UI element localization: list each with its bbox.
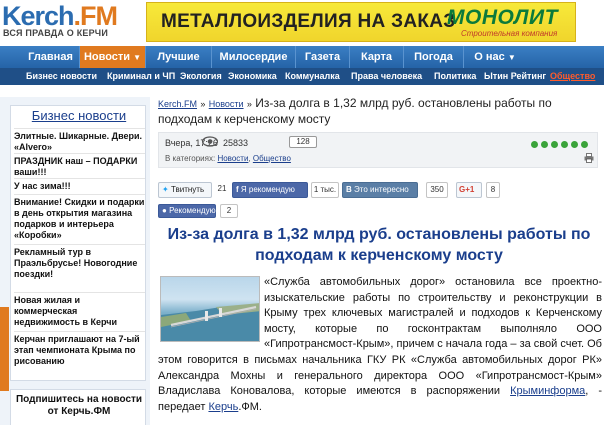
recommend-icon: ● (162, 206, 167, 215)
article-image[interactable] (160, 276, 260, 342)
main-content: Kerch.FM » Новости » Из-за долга в 1,32 … (152, 92, 604, 425)
article-meta: Вчера, 17:26 25833 128 В категориях: Нов… (158, 132, 598, 168)
tweet-count: 21 (217, 184, 227, 193)
tweet-label: Твитнуть (170, 185, 205, 194)
rating-dot[interactable] (551, 141, 558, 148)
gplus-count: 8 (486, 182, 500, 198)
nav-item-about-label: О нас (474, 51, 505, 63)
vk-button[interactable]: B Это интересно (342, 182, 418, 198)
sidebar: Бизнес новости Элитные. Шикарные. Двери.… (0, 97, 150, 425)
logo-fm: .FM (73, 1, 118, 31)
recommend-count: 2 (220, 204, 238, 218)
ad-banner[interactable]: МЕТАЛЛОИЗДЕЛИЯ НА ЗАКАЗ МОНОЛИТ Строител… (146, 2, 576, 42)
category-link[interactable]: Общество (253, 154, 291, 163)
subscribe-box[interactable]: Подпишитесь на новости от Керчь.ФМ (10, 389, 146, 425)
subnav-rating[interactable]: Ытин Рейтинг (484, 68, 546, 85)
rating-dot[interactable] (581, 141, 588, 148)
subnav-crime[interactable]: Криминал и ЧП (107, 68, 175, 85)
subnav-ecology[interactable]: Экология (180, 68, 222, 85)
subnav-business[interactable]: Бизнес новости (26, 68, 97, 85)
breadcrumb-site[interactable]: Kerch.FM (158, 99, 197, 109)
share-row: ✦ Твитнуть 21 f Я рекомендую 1 тыс. B Эт… (158, 182, 602, 200)
article-title: Из-за долга в 1,32 млрд руб. остановлены… (167, 226, 591, 264)
breadcrumb-sep: » (200, 99, 206, 109)
nav-item-weather[interactable]: Погода (404, 46, 464, 68)
fb-count: 1 тыс. (311, 182, 339, 198)
gplus-button[interactable]: G+1 (456, 182, 482, 198)
tweet-button[interactable]: ✦ Твитнуть (158, 182, 212, 198)
subscribe-text: Подпишитесь на новости от Керчь.ФМ (15, 394, 143, 417)
rating-dots[interactable] (531, 141, 595, 149)
recommend-button[interactable]: ● Рекомендую (158, 204, 216, 218)
vk-icon: B (346, 185, 352, 194)
nav-item-home[interactable]: Главная (22, 46, 80, 68)
eye-icon (202, 136, 218, 147)
page: Kerch.FM ВСЯ ПРАВДА О КЕРЧИ МЕТАЛЛОИЗДЕЛ… (0, 0, 604, 425)
business-news-title[interactable]: Бизнес новости (11, 108, 147, 123)
print-icon[interactable] (584, 153, 594, 163)
nav-item-about[interactable]: О нас ▼ (464, 46, 526, 68)
nav-item-best[interactable]: Лучшие (146, 46, 212, 68)
rating-dot[interactable] (531, 141, 538, 148)
rating-dot[interactable] (541, 141, 548, 148)
nav-item-newspaper[interactable]: Газета (296, 46, 350, 68)
breadcrumb: Kerch.FM » Новости » Из-за долга в 1,32 … (158, 96, 602, 127)
rating-dot[interactable] (571, 141, 578, 148)
banner-text: МЕТАЛЛОИЗДЕЛИЯ НА ЗАКАЗ (161, 11, 456, 32)
sidebar-news-item[interactable]: ПРАЗДНИК наш – ПОДАРКИ ваши!!! (14, 153, 145, 178)
sidebar-news-item[interactable]: Керчан приглашают на 7-ый этап чемпионат… (14, 331, 145, 367)
article-text: .ФМ. (238, 400, 262, 413)
categories-label: В категориях: (165, 154, 216, 163)
breadcrumb-sep: » (246, 99, 252, 109)
sub-nav: Бизнес новости Криминал и ЧП Экология Эк… (0, 68, 604, 85)
chevron-down-icon: ▼ (507, 53, 516, 62)
sidebar-news-item[interactable]: У нас зима!!! (14, 178, 145, 192)
subnav-utilities[interactable]: Коммуналка (285, 68, 340, 85)
subnav-human-rights[interactable]: Права человека (351, 68, 422, 85)
logo-tagline: ВСЯ ПРАВДА О КЕРЧИ (3, 28, 108, 38)
subnav-economy[interactable]: Экономика (228, 68, 277, 85)
category-sep: , (248, 154, 251, 163)
banner-brand: МОНОЛИТ (447, 6, 558, 29)
sidebar-news-item[interactable]: Новая жилая и коммерческая недвижимость … (14, 292, 145, 328)
banner-subtitle: Строительная компания (461, 29, 558, 38)
vk-count: 350 (426, 182, 448, 198)
comment-count[interactable]: 128 (289, 136, 317, 148)
sidebar-news-item[interactable]: Рекламный тур в Праэльбрусье! Новогодние… (14, 244, 145, 280)
sidebar-news-item[interactable]: Элитные. Шикарные. Двери. «Alvero» (14, 128, 145, 153)
breadcrumb-section[interactable]: Новости (209, 99, 244, 109)
article-categories: В категориях: Новости, Общество (165, 154, 291, 163)
header: Kerch.FM ВСЯ ПРАВДА О КЕРЧИ МЕТАЛЛОИЗДЕЛ… (0, 0, 604, 46)
chevron-down-icon: ▼ (133, 53, 142, 62)
source-link[interactable]: Крыминформа (510, 385, 585, 397)
fb-recommend-button[interactable]: f Я рекомендую (232, 182, 308, 198)
main-nav: Главная Новости ▼ Лучшие Милосердие Газе… (0, 46, 604, 68)
bridge-render-image (161, 303, 259, 341)
logo-kerch: Kerch (2, 1, 75, 31)
kerch-link[interactable]: Керчь (208, 401, 238, 413)
subnav-politics[interactable]: Политика (434, 68, 476, 85)
business-news-box: Бизнес новости Элитные. Шикарные. Двери.… (10, 105, 146, 381)
subnav-society[interactable]: Общество (550, 68, 595, 85)
view-count: 25833 (223, 138, 249, 148)
site-logo[interactable]: Kerch.FM ВСЯ ПРАВДА О КЕРЧИ (2, 1, 134, 43)
nav-item-news-label: Новости (83, 51, 131, 63)
recommend-label: Рекомендую (169, 206, 216, 215)
sidebar-news-item[interactable]: Внимание! Скидки и подарки в день открыт… (14, 194, 145, 241)
nav-item-news[interactable]: Новости ▼ (80, 46, 146, 68)
facebook-icon: f (236, 185, 239, 194)
twitter-icon: ✦ (162, 185, 169, 194)
rating-dot[interactable] (561, 141, 568, 148)
nav-item-charity[interactable]: Милосердие (212, 46, 296, 68)
vk-label: Это интересно (354, 185, 409, 194)
nav-item-map[interactable]: Карта (350, 46, 404, 68)
fb-recommend-label: Я рекомендую (240, 185, 295, 194)
category-link[interactable]: Новости (217, 154, 248, 163)
sidebar-side-ad[interactable] (0, 307, 9, 391)
